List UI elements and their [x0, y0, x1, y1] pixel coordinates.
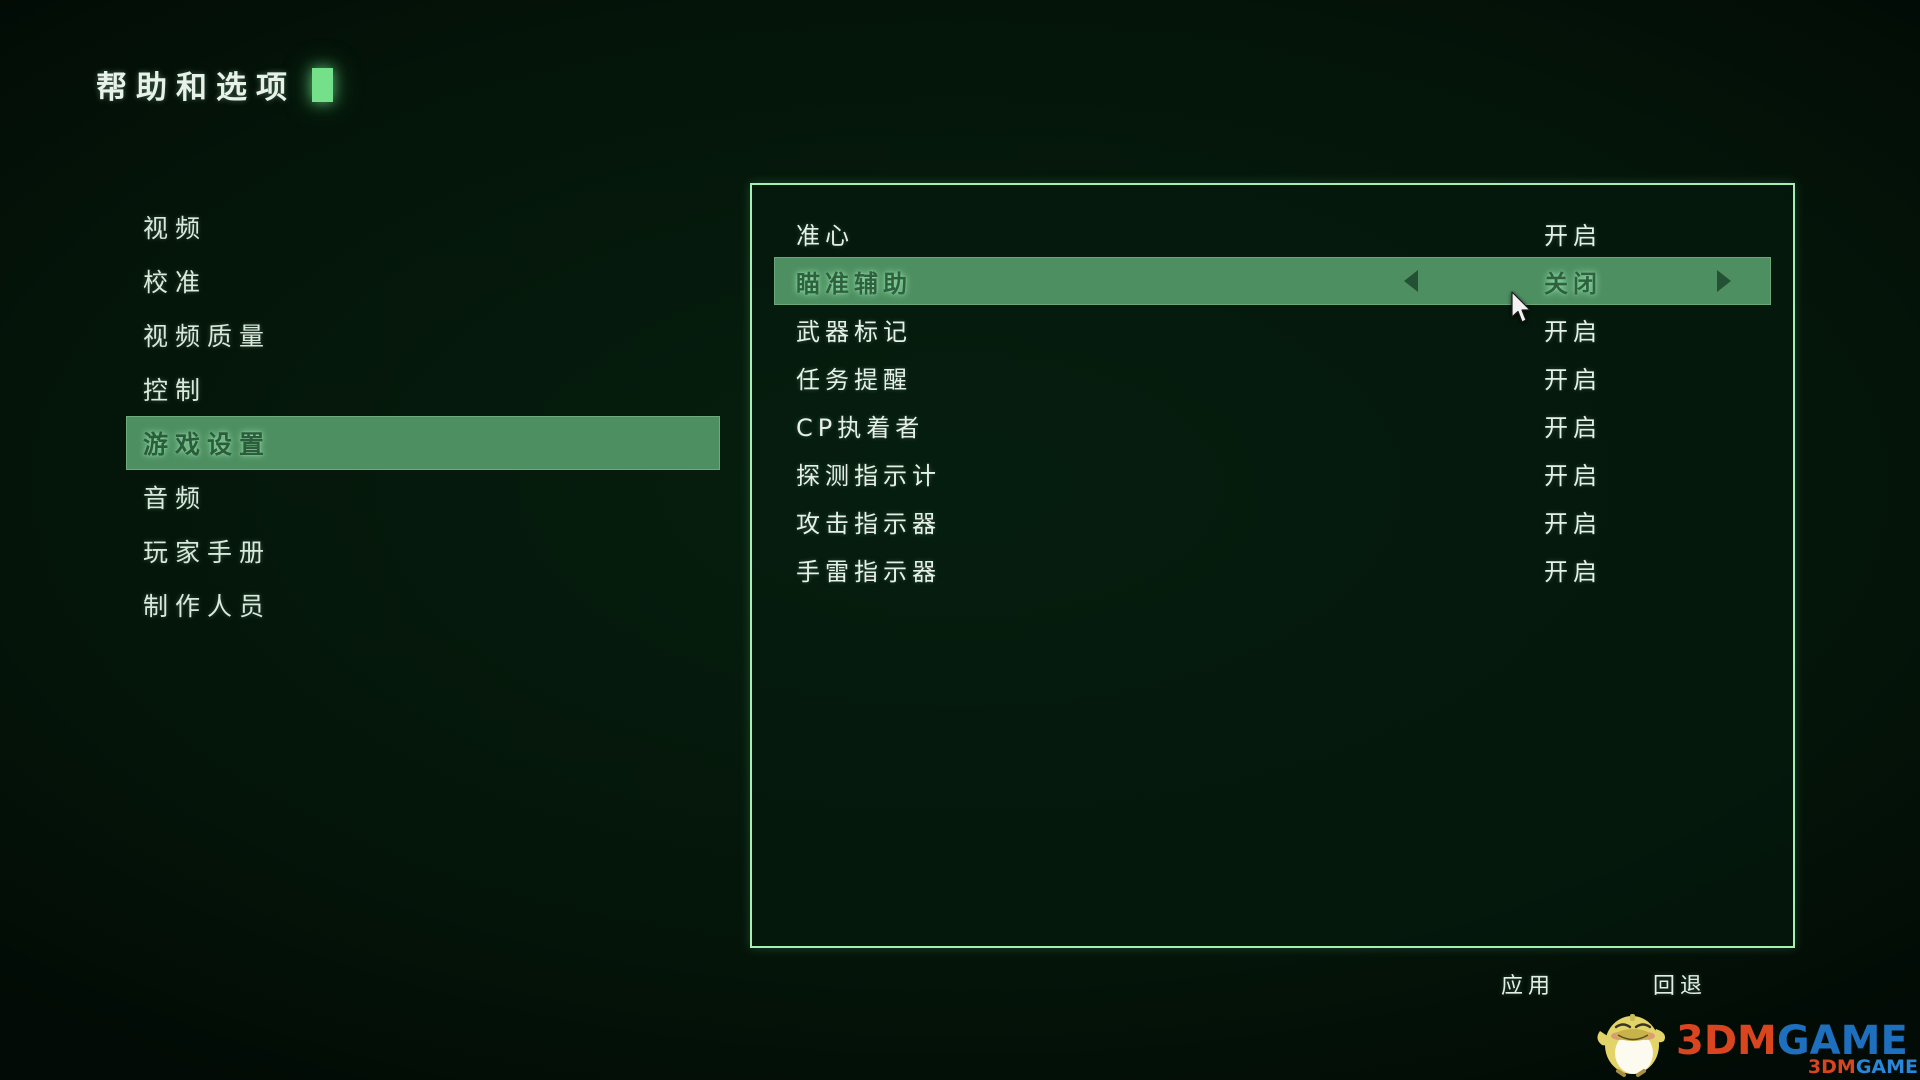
- option-value: 关闭: [1544, 269, 1602, 298]
- option-row-attack-indicator[interactable]: 攻击指示器 开启: [774, 497, 1771, 545]
- page-title-text: 帮助和选项: [96, 70, 296, 106]
- option-label: 攻击指示器: [796, 509, 941, 538]
- option-label: 任务提醒: [796, 365, 912, 394]
- sidebar-item-label: 视频: [143, 214, 208, 243]
- apply-button[interactable]: 应用: [1501, 968, 1555, 1000]
- sidebar-item-audio[interactable]: 音频: [126, 470, 720, 524]
- sidebar-item-label: 校准: [143, 268, 208, 297]
- sidebar-item-label: 视频质量: [143, 322, 272, 351]
- option-row-aim-assist[interactable]: 瞄准辅助 关闭: [774, 257, 1771, 305]
- sidebar-item-label: 制作人员: [143, 592, 272, 621]
- footer-actions: 应用 回退: [750, 968, 1795, 1000]
- option-label: 准心: [796, 221, 854, 250]
- option-row-cp-tracker[interactable]: CP执着者 开启: [774, 401, 1771, 449]
- sidebar-item-video[interactable]: 视频: [126, 200, 720, 254]
- chevron-left-icon[interactable]: [1404, 270, 1418, 292]
- option-row-weapon-marker[interactable]: 武器标记 开启: [774, 305, 1771, 353]
- sidebar-item-label: 玩家手册: [143, 538, 272, 567]
- option-label: 瞄准辅助: [796, 269, 912, 298]
- watermark-subtext: 3DMGAME: [1808, 1056, 1918, 1078]
- option-row-crosshair[interactable]: 准心 开启: [774, 209, 1771, 257]
- sidebar-item-video-quality[interactable]: 视频质量: [126, 308, 720, 362]
- option-row-detection-meter[interactable]: 探测指示计 开启: [774, 449, 1771, 497]
- option-value: 开启: [1544, 317, 1602, 346]
- option-label: 手雷指示器: [796, 557, 941, 586]
- options-panel: 准心 开启 瞄准辅助 关闭 武器标记 开启 任务提醒 开启 CP执着者 开启 探…: [750, 183, 1795, 948]
- watermark-subtext-game: GAME: [1855, 1056, 1918, 1078]
- sidebar-item-credits[interactable]: 制作人员: [126, 578, 720, 632]
- watermark-text: 3DMGAME: [1676, 1021, 1908, 1061]
- title-caret-block: [312, 67, 333, 102]
- sidebar-item-player-manual[interactable]: 玩家手册: [126, 524, 720, 578]
- sidebar-item-controls[interactable]: 控制: [126, 362, 720, 416]
- back-button[interactable]: 回退: [1653, 968, 1707, 1000]
- sidebar-item-label: 控制: [143, 376, 208, 405]
- watermark-text-3dm: 3DM: [1676, 1018, 1777, 1064]
- option-label: 武器标记: [796, 317, 912, 346]
- option-value: 开启: [1544, 365, 1602, 394]
- watermark-subtext-3dm: 3DM: [1807, 1056, 1856, 1078]
- option-row-mission-reminder[interactable]: 任务提醒 开启: [774, 353, 1771, 401]
- option-row-grenade-indicator[interactable]: 手雷指示器 开启: [774, 545, 1771, 593]
- game-options-screen: 帮助和选项 视频 校准 视频质量 控制 游戏设置 音频 玩家手册 制作人员 准心…: [0, 0, 1920, 1080]
- option-value: 开启: [1544, 509, 1602, 538]
- chevron-right-icon[interactable]: [1717, 270, 1731, 292]
- sidebar-item-game-settings[interactable]: 游戏设置: [126, 416, 720, 470]
- option-label: CP执着者: [796, 413, 925, 442]
- sidebar-nav: 视频 校准 视频质量 控制 游戏设置 音频 玩家手册 制作人员: [126, 200, 720, 632]
- option-value: 开启: [1544, 557, 1602, 586]
- option-value: 开启: [1544, 413, 1602, 442]
- sidebar-item-calibration[interactable]: 校准: [126, 254, 720, 308]
- watermark-3dmgame: 3DMGAME 3DMGAME: [1594, 1002, 1920, 1080]
- sidebar-item-label: 音频: [143, 484, 208, 513]
- page-title: 帮助和选项: [96, 62, 333, 107]
- sidebar-item-label: 游戏设置: [143, 430, 272, 459]
- bird-mascot-icon: [1597, 1014, 1665, 1077]
- option-value: 开启: [1544, 461, 1602, 490]
- mouse-cursor-icon: [1511, 291, 1531, 323]
- option-value: 开启: [1544, 221, 1602, 250]
- option-label: 探测指示计: [796, 461, 941, 490]
- options-list: 准心 开启 瞄准辅助 关闭 武器标记 开启 任务提醒 开启 CP执着者 开启 探…: [752, 185, 1793, 593]
